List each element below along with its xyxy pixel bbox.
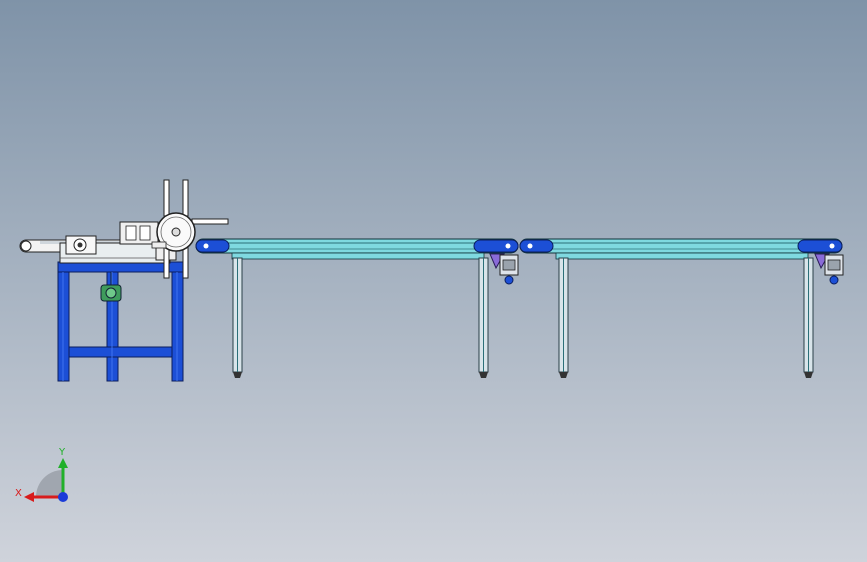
coordinate-triad-icon: Y X [15,447,68,502]
x-axis-label: X [15,488,22,499]
y-axis-label: Y [58,447,66,458]
conveyor-1-motor [489,253,519,285]
blue-stand [57,261,186,382]
conveyor-1-legs [232,257,489,378]
conveyor-2-motor [814,253,844,285]
assembly-drawing[interactable]: Y X [0,0,867,562]
conveyor-1 [195,238,519,260]
conveyor-2 [519,238,843,260]
conveyor-2-legs [558,257,814,378]
cad-viewport[interactable]: Y X [0,0,867,562]
